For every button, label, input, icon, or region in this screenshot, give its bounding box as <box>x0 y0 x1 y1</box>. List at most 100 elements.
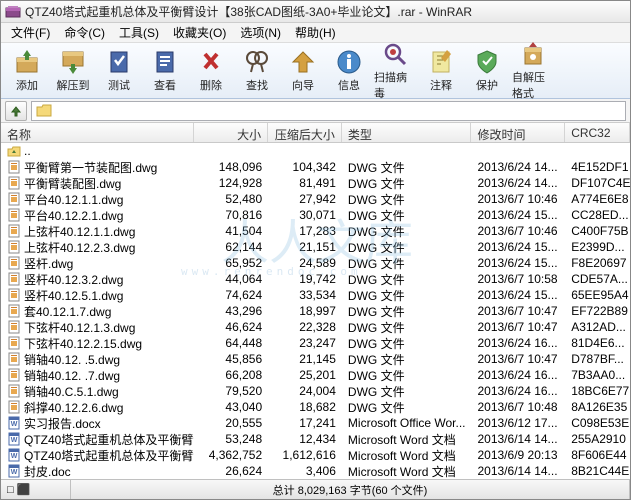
file-type: DWG 文件 <box>342 191 472 208</box>
toolbar-8[interactable]: 扫描病毒 <box>373 46 417 96</box>
file-psize: 1,612,616 <box>268 448 342 462</box>
up-button[interactable] <box>5 101 27 121</box>
file-size: 74,624 <box>194 288 268 302</box>
file-date: 2013/6/24 16... <box>471 336 565 350</box>
table-row[interactable]: W封皮.doc26,6243,406Microsoft Word 文档2013/… <box>1 463 630 479</box>
toolbar-4[interactable]: 删除 <box>189 46 233 96</box>
file-icon <box>7 208 21 222</box>
col-date[interactable]: 修改时间 <box>471 123 565 142</box>
table-row[interactable]: 套40.12.1.7.dwg43,29618,997DWG 文件2013/6/7… <box>1 303 630 319</box>
table-row[interactable]: 上弦杆40.12.1.1.dwg41,50417,283DWG 文件2013/6… <box>1 223 630 239</box>
file-size: 124,928 <box>194 176 268 190</box>
toolbar-7[interactable]: 信息 <box>327 46 371 96</box>
table-row[interactable]: 销轴40.12. .7.dwg66,20825,201DWG 文件2013/6/… <box>1 367 630 383</box>
file-icon <box>7 352 21 366</box>
table-row[interactable]: 平台40.12.2.1.dwg70,81630,071DWG 文件2013/6/… <box>1 207 630 223</box>
file-icon <box>7 304 21 318</box>
toolbar-icon <box>59 48 87 76</box>
file-type: DWG 文件 <box>342 239 472 256</box>
table-row[interactable]: W实习报告.docx20,55517,241Microsoft Office W… <box>1 415 630 431</box>
file-icon <box>7 400 21 414</box>
file-date: 2013/6/7 10:46 <box>471 192 565 206</box>
menu-tools[interactable]: 工具(S) <box>113 22 165 43</box>
file-psize: 3,406 <box>268 464 342 478</box>
file-crc: 4E152DF1 <box>565 160 630 174</box>
table-row[interactable]: 上弦杆40.12.2.3.dwg62,14421,151DWG 文件2013/6… <box>1 239 630 255</box>
file-type: DWG 文件 <box>342 207 472 224</box>
table-row[interactable]: 竖杆40.12.3.2.dwg44,06419,742DWG 文件2013/6/… <box>1 271 630 287</box>
file-date: 2013/6/7 10:47 <box>471 320 565 334</box>
path-input[interactable] <box>31 101 626 121</box>
table-row[interactable]: 平台40.12.1.1.dwg52,48027,942DWG 文件2013/6/… <box>1 191 630 207</box>
toolbar-11[interactable]: 自解压格式 <box>511 46 555 96</box>
toolbar-icon <box>289 48 317 76</box>
table-row[interactable]: 平衡臂装配图.dwg124,92881,491DWG 文件2013/6/24 1… <box>1 175 630 191</box>
toolbar-3[interactable]: 查看 <box>143 46 187 96</box>
toolbar-5[interactable]: 查找 <box>235 46 279 96</box>
toolbar-label: 查找 <box>246 77 268 93</box>
file-name: 下弦杆40.12.1.3.dwg <box>24 319 135 336</box>
toolbar-9[interactable]: 注释 <box>419 46 463 96</box>
file-date: 2013/6/24 15... <box>471 208 565 222</box>
toolbar-icon <box>197 48 225 76</box>
pathbar <box>1 99 630 123</box>
file-icon: W <box>7 432 21 446</box>
toolbar-10[interactable]: 保护 <box>465 46 509 96</box>
file-size: 4,362,752 <box>194 448 268 462</box>
toolbar-icon <box>381 40 409 68</box>
file-size: 46,624 <box>194 320 268 334</box>
toolbar-0[interactable]: 添加 <box>5 46 49 96</box>
table-row[interactable]: 销轴40.C.5.1.dwg79,52024,004DWG 文件2013/6/2… <box>1 383 630 399</box>
menu-favorites[interactable]: 收藏夹(O) <box>167 22 232 43</box>
file-date: 2013/6/7 10:47 <box>471 304 565 318</box>
file-icon <box>7 384 21 398</box>
table-row[interactable]: 斜撑40.12.2.6.dwg43,04018,682DWG 文件2013/6/… <box>1 399 630 415</box>
statusbar: □ ⬛ 总计 8,029,163 字节(60 个文件) <box>1 479 630 499</box>
file-name: 平台40.12.1.1.dwg <box>24 191 123 208</box>
menu-file[interactable]: 文件(F) <box>5 22 56 43</box>
toolbar-icon <box>105 48 133 76</box>
col-name[interactable]: 名称 <box>1 123 194 142</box>
file-size: 52,480 <box>194 192 268 206</box>
col-crc[interactable]: CRC32 <box>565 123 630 142</box>
table-row[interactable]: WQTZ40塔式起重机总体及平衡臂设计说明书.doc4,362,7521,612… <box>1 447 630 463</box>
window-title: QTZ40塔式起重机总体及平衡臂设计【38张CAD图纸-3A0+毕业论文】.ra… <box>25 3 626 20</box>
toolbar-label: 测试 <box>108 77 130 93</box>
file-crc: A774E6E8 <box>565 192 630 206</box>
menu-help[interactable]: 帮助(H) <box>289 22 342 43</box>
table-row[interactable]: .. <box>1 143 630 159</box>
file-crc: D787BF... <box>565 352 630 366</box>
file-list[interactable]: 人人文库 www.renrendoc.com ..平衡臂第一节装配图.dwg14… <box>1 143 630 479</box>
file-psize: 30,071 <box>268 208 342 222</box>
file-name: QTZ40塔式起重机总体及平衡臂设计开题报告.doc <box>24 431 194 448</box>
table-row[interactable]: 下弦杆40.12.1.3.dwg46,62422,328DWG 文件2013/6… <box>1 319 630 335</box>
file-date: 2013/6/9 20:13 <box>471 448 565 462</box>
toolbar-1[interactable]: 解压到 <box>51 46 95 96</box>
file-type: DWG 文件 <box>342 383 472 400</box>
file-name: 平台40.12.2.1.dwg <box>24 207 123 224</box>
toolbar-2[interactable]: 测试 <box>97 46 141 96</box>
file-icon <box>7 272 21 286</box>
table-row[interactable]: 下弦杆40.12.2.15.dwg64,44823,247DWG 文件2013/… <box>1 335 630 351</box>
col-size[interactable]: 大小 <box>194 123 268 142</box>
table-row[interactable]: 竖杆.dwg65,95224,589DWG 文件2013/6/24 15...F… <box>1 255 630 271</box>
file-date: 2013/6/24 14... <box>471 160 565 174</box>
file-name: 竖杆40.12.3.2.dwg <box>24 271 123 288</box>
file-icon: W <box>7 464 21 478</box>
toolbar-icon <box>519 40 547 68</box>
table-row[interactable]: 竖杆40.12.5.1.dwg74,62433,534DWG 文件2013/6/… <box>1 287 630 303</box>
menu-options[interactable]: 选项(N) <box>234 22 287 43</box>
file-crc: 65EE95A4 <box>565 288 630 302</box>
col-type[interactable]: 类型 <box>342 123 472 142</box>
toolbar-6[interactable]: 向导 <box>281 46 325 96</box>
file-psize: 22,328 <box>268 320 342 334</box>
table-row[interactable]: 销轴40.12. .5.dwg45,85621,145DWG 文件2013/6/… <box>1 351 630 367</box>
table-row[interactable]: WQTZ40塔式起重机总体及平衡臂设计开题报告.doc53,24812,434M… <box>1 431 630 447</box>
menu-command[interactable]: 命令(C) <box>58 22 111 43</box>
col-psize[interactable]: 压缩后大小 <box>268 123 342 142</box>
file-size: 65,952 <box>194 256 268 270</box>
svg-text:W: W <box>11 453 18 460</box>
svg-text:W: W <box>11 469 18 476</box>
file-name: 套40.12.1.7.dwg <box>24 303 111 320</box>
table-row[interactable]: 平衡臂第一节装配图.dwg148,096104,342DWG 文件2013/6/… <box>1 159 630 175</box>
